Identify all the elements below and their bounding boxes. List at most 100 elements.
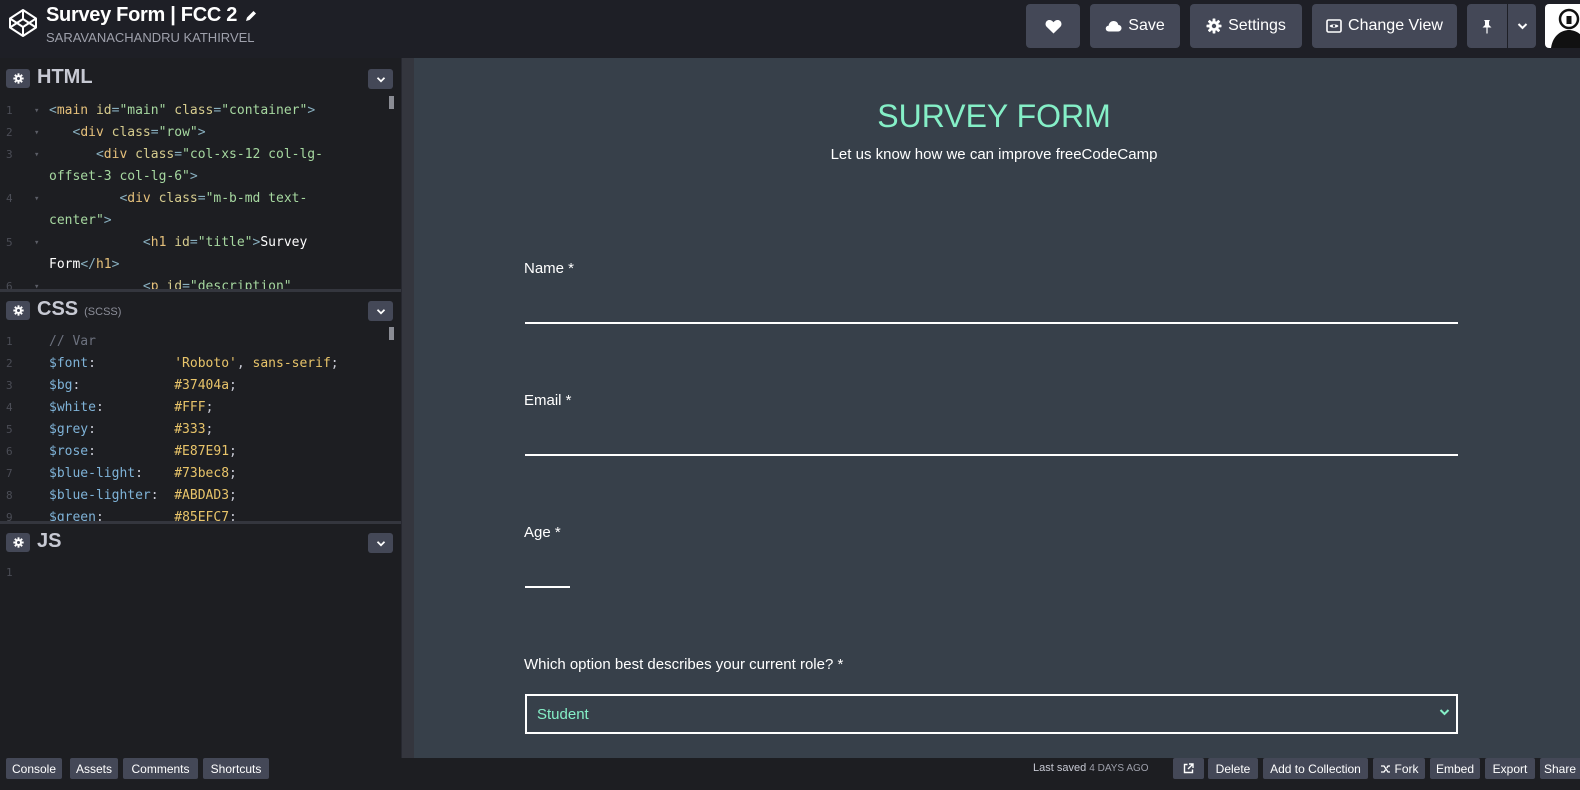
code-token: ;: [330, 356, 339, 371]
code-token: $font: [49, 356, 89, 371]
line-number: 2: [6, 126, 13, 139]
code-token: <: [95, 147, 104, 162]
js-collapse-button[interactable]: [368, 533, 393, 553]
code-token: =: [150, 125, 159, 140]
code-token: id: [174, 235, 190, 250]
html-scrollbar[interactable]: [389, 96, 394, 109]
css-preprocessor-label: (SCSS): [84, 306, 122, 318]
html-collapse-button[interactable]: [368, 69, 393, 89]
fold-arrow-icon[interactable]: ▾: [34, 122, 39, 144]
settings-button[interactable]: Settings: [1190, 4, 1302, 48]
role-select[interactable]: Student: [525, 694, 1458, 734]
code-text: offset-3 col-lg-6">: [49, 169, 198, 184]
code-text: $grey: #333;: [49, 422, 213, 437]
code-token: #FFF: [174, 400, 206, 415]
code-token: #333: [174, 422, 206, 437]
age-input[interactable]: [525, 586, 570, 588]
heart-icon: [1045, 19, 1061, 33]
code-token: $blue-light: [49, 466, 136, 481]
last-saved-label: Last saved: [1033, 762, 1087, 774]
like-button[interactable]: [1026, 4, 1080, 48]
code-line: 6 ▾ <p id="description": [0, 276, 392, 290]
fold-arrow-icon[interactable]: ▾: [34, 232, 39, 254]
codepen-logo-icon[interactable]: [7, 7, 39, 39]
pencil-icon[interactable]: [244, 9, 258, 23]
code-token: :: [88, 356, 175, 371]
add-to-collection-button[interactable]: Add to Collection: [1263, 758, 1368, 779]
chevron-down-icon: [376, 540, 385, 546]
user-avatar[interactable]: [1545, 4, 1580, 48]
author-name[interactable]: SARAVANACHANDRU KATHIRVEL: [46, 30, 255, 45]
code-token: ,: [236, 356, 253, 371]
js-settings-button[interactable]: [6, 533, 30, 552]
code-line: 6 $rose: #E87E91;: [0, 441, 392, 463]
code-token: offset-3 col-lg-6": [49, 169, 190, 184]
code-token: <: [49, 103, 57, 118]
embed-button[interactable]: Embed: [1430, 758, 1480, 779]
fold-arrow-icon[interactable]: ▾: [34, 188, 39, 210]
code-line: 3 ▾ <div class="col-xs-12 col-lg-: [0, 144, 392, 166]
gear-icon: [12, 537, 24, 548]
code-token: 'Roboto': [174, 356, 237, 371]
assets-button[interactable]: Assets: [70, 758, 118, 779]
console-button[interactable]: Console: [6, 758, 62, 779]
code-token: >: [197, 125, 206, 140]
css-scrollbar[interactable]: [389, 327, 394, 340]
code-token: >: [111, 257, 120, 272]
code-token: class: [158, 191, 198, 206]
pin-button[interactable]: [1467, 4, 1507, 48]
fold-arrow-icon[interactable]: ▾: [34, 276, 39, 290]
delete-button[interactable]: Delete: [1208, 758, 1258, 779]
panel-resizer[interactable]: [401, 58, 414, 758]
code-token: $green: [49, 510, 96, 521]
fold-arrow-icon[interactable]: ▾: [34, 144, 39, 166]
code-line: 1 ▾ <main id="main" class="container">: [0, 100, 392, 122]
code-line: Form</h1>: [0, 254, 392, 276]
name-input[interactable]: [525, 322, 1458, 324]
line-number: 3: [6, 148, 13, 161]
fork-button[interactable]: Fork: [1373, 758, 1425, 779]
share-button[interactable]: Share: [1540, 758, 1580, 779]
line-number: 8: [6, 489, 13, 502]
css-editor-name: CSS: [37, 298, 79, 320]
comments-button[interactable]: Comments: [123, 758, 198, 779]
js-code-editor[interactable]: 1: [0, 562, 392, 752]
css-settings-button[interactable]: [6, 301, 30, 320]
code-line: 4 $white: #FFF;: [0, 397, 392, 419]
code-text: <div class="row">: [49, 125, 206, 140]
pin-dropdown-button[interactable]: [1508, 4, 1536, 48]
code-token: #E87E91: [174, 444, 230, 459]
code-token: $white: [49, 400, 96, 415]
html-settings-button[interactable]: [6, 69, 30, 88]
fold-arrow-icon[interactable]: ▾: [34, 100, 39, 122]
gear-icon: [1206, 18, 1222, 34]
css-code-editor[interactable]: 1 // Var 2 $font: 'Roboto', sans-serif; 3 $bg…: [0, 331, 392, 521]
code-token: ;: [229, 488, 237, 503]
save-label: Save: [1128, 17, 1165, 34]
change-view-button[interactable]: Change View: [1312, 4, 1457, 48]
pen-title[interactable]: Survey Form | FCC 2: [46, 4, 237, 27]
code-token: >: [103, 213, 112, 228]
line-number: 4: [6, 192, 13, 205]
code-token: "m-b-md text-: [205, 191, 308, 206]
css-collapse-button[interactable]: [368, 301, 393, 321]
name-label: Name *: [524, 260, 575, 277]
line-number: 1: [6, 566, 13, 579]
line-number: 5: [6, 423, 13, 436]
code-line: 5 ▾ <h1 id="title">Survey: [0, 232, 392, 254]
code-line: 8 $blue-lighter: #ABDAD3;: [0, 485, 392, 507]
html-code-editor[interactable]: 1 ▾ <main id="main" class="container"> 2 ▾ <…: [0, 100, 392, 290]
code-token: "main": [119, 103, 167, 118]
survey-description: Let us know how we can improve freeCodeC…: [830, 146, 1158, 163]
line-number: 3: [6, 379, 13, 392]
age-label: Age *: [524, 524, 561, 541]
email-input[interactable]: [525, 454, 1458, 456]
save-button[interactable]: Save: [1090, 4, 1180, 48]
code-token: div: [127, 191, 151, 206]
open-external-button[interactable]: [1173, 758, 1204, 779]
code-token: "container": [221, 103, 308, 118]
export-button[interactable]: Export: [1485, 758, 1535, 779]
shortcuts-button[interactable]: Shortcuts: [203, 758, 269, 779]
